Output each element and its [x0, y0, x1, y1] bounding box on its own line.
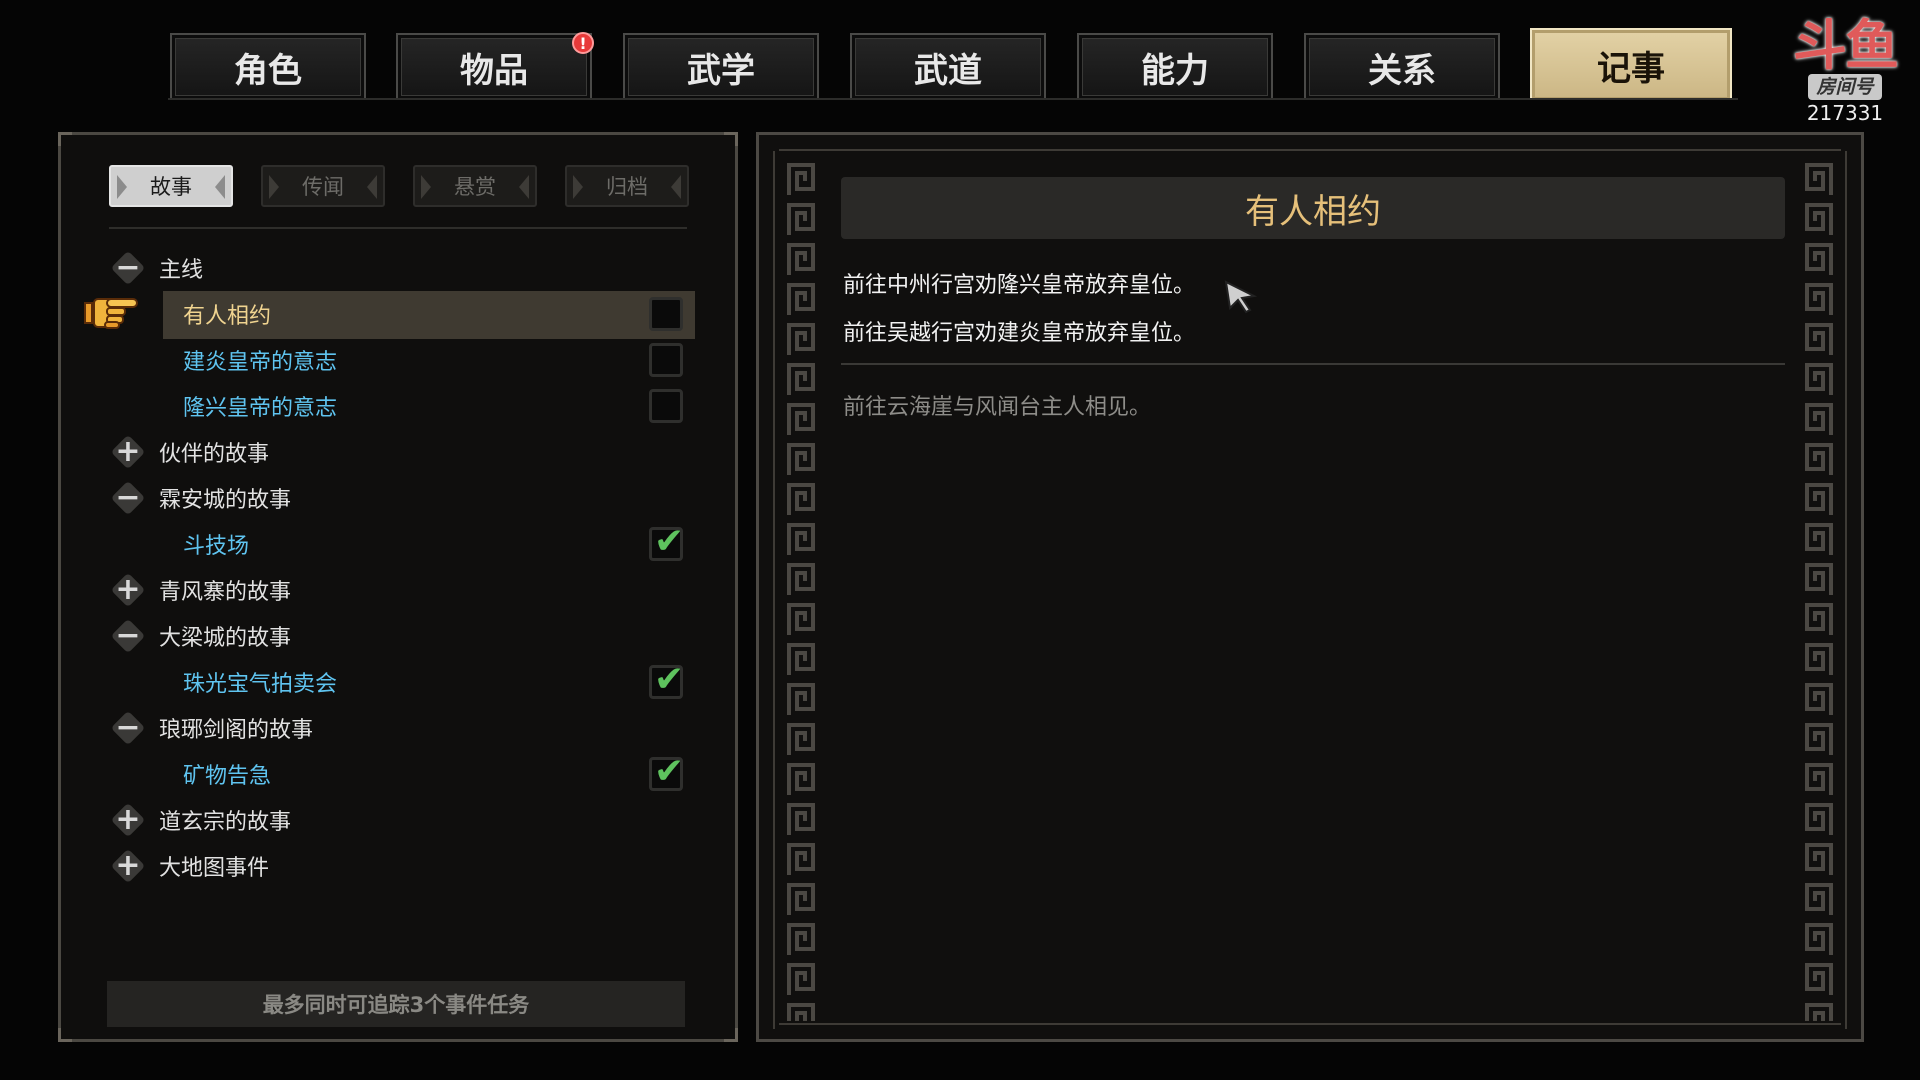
group-label: 大梁城的故事 — [159, 626, 292, 651]
group-label: 伙伴的故事 — [159, 442, 270, 467]
group-main[interactable]: − 主线 — [61, 245, 735, 291]
group-label: 琅琊剑阁的故事 — [159, 718, 314, 743]
tab-label: 武道 — [914, 50, 982, 91]
quest-item[interactable]: 隆兴皇帝的意志 — [61, 383, 735, 429]
quest-item[interactable]: 珠光宝气拍卖会 ✔ — [61, 659, 735, 705]
tab-label: 物品 — [460, 50, 528, 91]
panel-corner — [58, 1028, 72, 1042]
room-label: 房间号 — [1808, 74, 1882, 100]
group-daoxuan[interactable]: + 道玄宗的故事 — [61, 797, 735, 843]
notification-badge: ! — [572, 32, 594, 54]
plus-icon[interactable]: + — [111, 803, 145, 837]
track-checkbox[interactable] — [649, 389, 683, 423]
meander-border-right — [1801, 159, 1837, 1021]
quest-label: 建炎皇帝的意志 — [183, 350, 338, 375]
quest-label: 珠光宝气拍卖会 — [183, 672, 338, 697]
room-number: 217331 — [1806, 101, 1884, 125]
quest-detail-panel: 有人相约 前往中州行宫劝隆兴皇帝放弃皇位。 前往吴越行宫劝建炎皇帝放弃皇位。 前… — [756, 132, 1864, 1042]
plus-icon[interactable]: + — [111, 573, 145, 607]
frame-line — [779, 1023, 1841, 1025]
tab-relations[interactable]: 关系 — [1304, 33, 1500, 99]
track-checkbox[interactable]: ✔ — [649, 752, 684, 792]
subtabs-divider — [109, 227, 687, 229]
objectives-divider — [841, 363, 1785, 365]
quest-list-panel: 故事 传闻 悬赏 归档 − 主线 有人相约 建炎皇帝的意志 隆兴皇帝的意志 + … — [58, 132, 738, 1042]
quest-label: 有人相约 — [183, 304, 272, 329]
panel-corner — [724, 1028, 738, 1042]
quest-item[interactable]: 矿物告急 ✔ — [61, 751, 735, 797]
frame-line — [1845, 151, 1847, 1029]
subtab-label: 传闻 — [302, 175, 344, 199]
tab-journal[interactable]: 记事 — [1530, 28, 1732, 100]
track-checkbox[interactable]: ✔ — [649, 522, 684, 562]
completed-objective-text: 前往云海崖与风闻台主人相见。 — [843, 395, 1152, 420]
objective-text: 前往中州行宫劝隆兴皇帝放弃皇位。 — [843, 273, 1196, 298]
subtab-label: 故事 — [150, 175, 192, 199]
quest-item-selected[interactable]: 有人相约 — [61, 291, 735, 339]
tab-martial-way[interactable]: 武道 — [850, 33, 1046, 99]
group-langya[interactable]: − 琅琊剑阁的故事 — [61, 705, 735, 751]
group-companion[interactable]: + 伙伴的故事 — [61, 429, 735, 475]
track-checkbox[interactable] — [649, 297, 683, 331]
track-checkbox[interactable] — [649, 343, 683, 377]
track-checkbox[interactable]: ✔ — [649, 660, 684, 700]
plus-icon[interactable]: + — [111, 435, 145, 469]
subtab-label: 悬赏 — [454, 175, 496, 199]
quest-item[interactable]: 斗技场 ✔ — [61, 521, 735, 567]
tab-items[interactable]: 物品! — [396, 32, 594, 99]
subtab-stories[interactable]: 故事 — [109, 165, 233, 207]
journal-subtabs: 故事 传闻 悬赏 归档 — [109, 165, 689, 207]
tab-label: 记事 — [1597, 48, 1665, 89]
minus-icon[interactable]: − — [111, 481, 145, 515]
frame-line — [779, 149, 1841, 151]
pointing-hand-icon — [84, 298, 138, 329]
tab-label: 角色 — [234, 50, 302, 91]
subtab-bounties[interactable]: 悬赏 — [413, 165, 537, 207]
group-linan[interactable]: − 霖安城的故事 — [61, 475, 735, 521]
group-qingfeng[interactable]: + 青风寨的故事 — [61, 567, 735, 613]
group-label: 主线 — [159, 258, 204, 283]
tab-martial-arts[interactable]: 武学 — [623, 33, 819, 99]
tab-bar-divider — [168, 98, 1738, 100]
subtab-archive[interactable]: 归档 — [565, 165, 689, 207]
minus-icon[interactable]: − — [111, 251, 145, 285]
subtab-label: 归档 — [606, 175, 648, 199]
tab-label: 能力 — [1141, 50, 1209, 91]
tab-character[interactable]: 角色 — [170, 33, 366, 99]
plus-icon[interactable]: + — [111, 849, 145, 883]
quest-label: 矿物告急 — [183, 764, 272, 789]
minus-icon[interactable]: − — [111, 619, 145, 653]
group-label: 青风寨的故事 — [159, 580, 292, 605]
checkmark-icon: ✔ — [654, 751, 685, 792]
group-daliang[interactable]: − 大梁城的故事 — [61, 613, 735, 659]
group-label: 道玄宗的故事 — [159, 810, 292, 835]
tracking-limit-note: 最多同时可追踪3个事件任务 — [107, 981, 685, 1027]
tab-label: 关系 — [1368, 50, 1436, 91]
stream-watermark: 斗鱼 房间号 217331 — [1775, 18, 1915, 138]
group-label: 大地图事件 — [159, 856, 270, 881]
tab-abilities[interactable]: 能力 — [1077, 33, 1273, 99]
quest-item[interactable]: 建炎皇帝的意志 — [61, 337, 735, 383]
frame-line — [773, 151, 775, 1029]
panel-corner — [58, 132, 72, 146]
douyu-logo: 斗鱼 — [1793, 14, 1899, 77]
minus-icon[interactable]: − — [111, 711, 145, 745]
mouse-cursor-icon — [1224, 280, 1258, 314]
checkmark-icon: ✔ — [654, 659, 685, 700]
quest-label: 隆兴皇帝的意志 — [183, 396, 338, 421]
objective-text: 前往吴越行宫劝建炎皇帝放弃皇位。 — [843, 321, 1196, 346]
subtab-rumors[interactable]: 传闻 — [261, 165, 385, 207]
group-label: 霖安城的故事 — [159, 488, 292, 513]
tab-label: 武学 — [687, 50, 755, 91]
quest-label: 斗技场 — [183, 534, 250, 559]
checkmark-icon: ✔ — [654, 521, 685, 562]
meander-border-left — [783, 159, 819, 1021]
group-worldmap[interactable]: + 大地图事件 — [61, 843, 735, 889]
panel-corner — [724, 132, 738, 146]
quest-title: 有人相约 — [841, 177, 1785, 239]
